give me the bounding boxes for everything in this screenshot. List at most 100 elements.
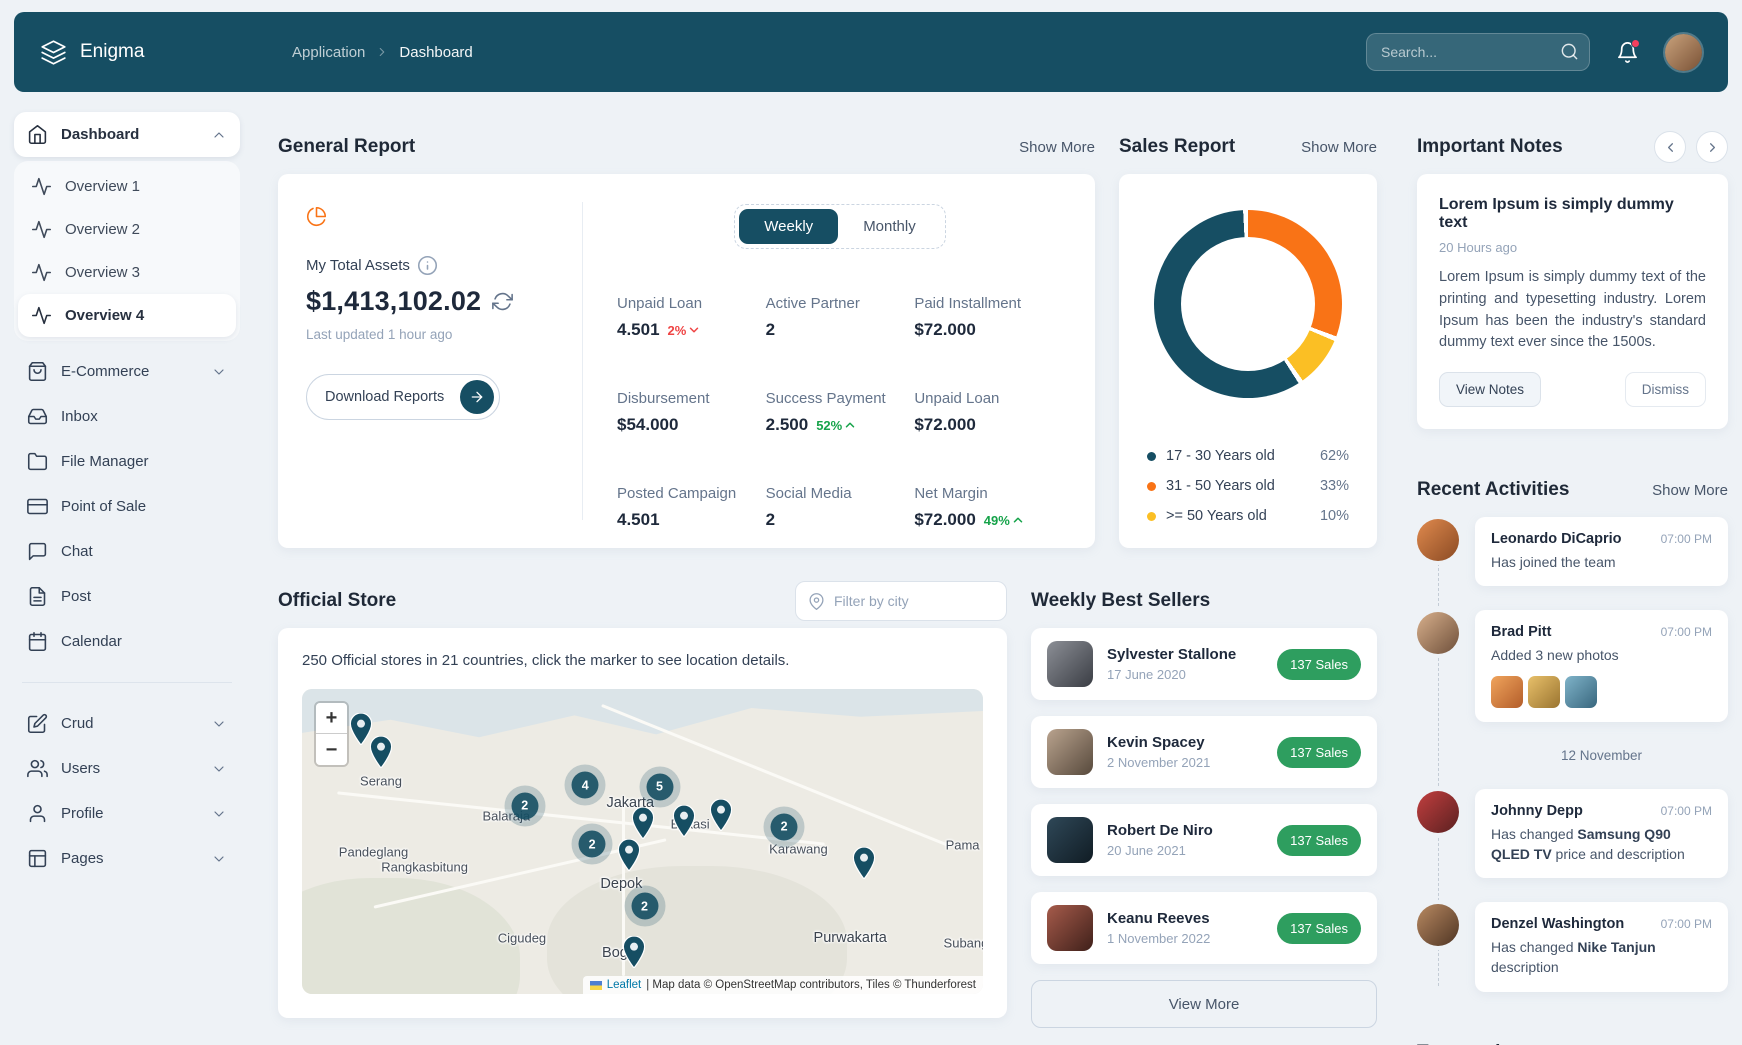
map-city-label: Depok	[600, 876, 642, 892]
delta-badge: 49%	[984, 513, 1025, 528]
legend-dot	[1147, 452, 1156, 461]
sidebar-item-dashboard[interactable]: Dashboard	[14, 112, 240, 157]
view-more-button[interactable]: View More	[1031, 980, 1377, 1028]
map-cluster-marker[interactable]: 2	[771, 813, 798, 840]
photo-thumbnail[interactable]	[1565, 676, 1597, 708]
sales-badge: 137 Sales	[1277, 737, 1361, 768]
seller-photo	[1047, 905, 1093, 951]
map-city-label: Pama	[946, 838, 980, 853]
sidebar-item-users[interactable]: Users	[14, 746, 240, 791]
activity-item: Leonardo DiCaprio 07:00 PM Has joined th…	[1475, 517, 1728, 586]
brand-logo[interactable]: Enigma	[40, 39, 292, 66]
store-map[interactable]: + − Serang Pandeglang Rangkasbitung Bala…	[302, 689, 983, 994]
total-assets-panel: My Total Assets $1,413,102.02 Last updat…	[306, 202, 574, 520]
main-content: General Report Show More My Total Assets…	[252, 92, 1377, 1028]
sidebar-item-point-of-sale[interactable]: Point of Sale	[14, 484, 240, 529]
map-pin-marker[interactable]	[853, 847, 875, 884]
recent-activities-show-more-link[interactable]: Show More	[1652, 482, 1728, 499]
map-zoom-in-button[interactable]: +	[316, 703, 347, 734]
sales-donut-chart	[1154, 210, 1342, 398]
sidebar-item-chat[interactable]: Chat	[14, 529, 240, 574]
info-icon[interactable]	[417, 255, 438, 276]
search-icon	[1560, 42, 1579, 61]
map-pin-marker[interactable]	[618, 839, 640, 876]
dashboard-submenu: Overview 1 Overview 2 Overview 3 Overvie…	[14, 161, 240, 341]
layout-icon	[27, 848, 48, 869]
notes-next-button[interactable]	[1696, 131, 1728, 163]
map-pin-marker[interactable]	[673, 805, 695, 842]
general-report-show-more-link[interactable]: Show More	[1019, 139, 1095, 156]
breadcrumb-dashboard[interactable]: Dashboard	[399, 44, 472, 61]
photo-thumbnail[interactable]	[1528, 676, 1560, 708]
chevron-down-icon	[211, 761, 227, 777]
sidebar-item-post[interactable]: Post	[14, 574, 240, 619]
sidebar-item-calendar[interactable]: Calendar	[14, 619, 240, 664]
map-pin-marker[interactable]	[350, 713, 372, 750]
sidebar-item-pages[interactable]: Pages	[14, 836, 240, 881]
sidebar-item-ecommerce[interactable]: E-Commerce	[14, 349, 240, 394]
map-cluster-marker[interactable]: 4	[572, 772, 599, 799]
avatar	[1417, 791, 1459, 833]
note-body: Lorem Ipsum is simply dummy text of the …	[1439, 267, 1706, 354]
stat-social-media: Social Media 2	[766, 485, 915, 530]
map-cluster-marker[interactable]: 2	[511, 792, 538, 819]
chevron-right-icon	[1705, 140, 1720, 155]
calendar-icon	[27, 631, 48, 652]
legend-item: >= 50 Years old 10%	[1147, 508, 1349, 524]
map-cluster-marker[interactable]: 2	[631, 893, 658, 920]
breadcrumb-application[interactable]: Application	[292, 44, 365, 61]
map-cluster-marker[interactable]: 2	[579, 831, 606, 858]
best-sellers-section: Weekly Best Sellers Sylvester Stallone 1…	[1031, 584, 1377, 1028]
chevron-down-icon	[211, 716, 227, 732]
seller-row: Kevin Spacey 2 November 2021 137 Sales	[1031, 716, 1377, 788]
view-notes-button[interactable]: View Notes	[1439, 372, 1541, 407]
important-notes-title: Important Notes	[1417, 136, 1563, 158]
search-box	[1366, 33, 1590, 71]
download-reports-button[interactable]: Download Reports	[306, 374, 500, 420]
map-pin-marker[interactable]	[370, 736, 392, 773]
seller-row: Keanu Reeves 1 November 2022 137 Sales	[1031, 892, 1377, 964]
sidebar-item-profile[interactable]: Profile	[14, 791, 240, 836]
sales-report-card: 17 - 30 Years old 62% 31 - 50 Years old …	[1119, 174, 1377, 548]
sidebar-item-overview-3[interactable]: Overview 3	[18, 251, 236, 294]
sidebar-item-crud[interactable]: Crud	[14, 701, 240, 746]
notifications-button[interactable]	[1616, 41, 1639, 64]
official-store-title: Official Store	[278, 590, 396, 612]
avatar	[1417, 612, 1459, 654]
stat-net-margin: Net Margin $72.000 49%	[914, 485, 1063, 530]
donut-hole	[1181, 237, 1315, 371]
monthly-toggle-button[interactable]: Monthly	[838, 209, 941, 244]
map-city-label: Pandeglang	[339, 845, 408, 860]
photo-thumbnail[interactable]	[1491, 676, 1523, 708]
sidebar-item-overview-4[interactable]: Overview 4	[18, 294, 236, 337]
stat-disbursement: Disbursement $54.000	[617, 390, 766, 435]
filter-by-city-input[interactable]	[834, 593, 994, 609]
stat-unpaid-loan: Unpaid Loan 4.501 2%	[617, 295, 766, 340]
official-store-section: Official Store 250 Official stores in 21…	[278, 584, 1007, 1028]
weekly-toggle-button[interactable]: Weekly	[739, 209, 838, 244]
leaflet-link[interactable]: Leaflet	[607, 979, 642, 991]
stat-unpaid-loan-2: Unpaid Loan $72.000	[914, 390, 1063, 435]
dismiss-button[interactable]: Dismiss	[1625, 372, 1706, 407]
search-input[interactable]	[1366, 33, 1590, 71]
user-avatar[interactable]	[1665, 34, 1702, 71]
map-pin-marker[interactable]	[710, 799, 732, 836]
sales-legend: 17 - 30 Years old 62% 31 - 50 Years old …	[1141, 448, 1355, 524]
refresh-icon[interactable]	[492, 291, 513, 312]
notes-prev-button[interactable]	[1654, 131, 1686, 163]
sidebar-item-overview-2[interactable]: Overview 2	[18, 208, 236, 251]
sales-report-show-more-link[interactable]: Show More	[1301, 139, 1377, 156]
chevron-down-icon	[687, 323, 701, 337]
seller-row: Sylvester Stallone 17 June 2020 137 Sale…	[1031, 628, 1377, 700]
sidebar-item-overview-1[interactable]: Overview 1	[18, 165, 236, 208]
sidebar-item-file-manager[interactable]: File Manager	[14, 439, 240, 484]
topbar: Enigma Application Dashboard	[14, 12, 1728, 92]
store-description: 250 Official stores in 21 countries, cli…	[302, 652, 983, 669]
map-zoom-out-button[interactable]: −	[316, 734, 347, 765]
right-column: Important Notes Lorem Ipsum is simply du…	[1377, 92, 1742, 1045]
stat-active-partner: Active Partner 2	[766, 295, 915, 340]
map-pin-marker[interactable]	[623, 936, 645, 973]
sidebar-item-inbox[interactable]: Inbox	[14, 394, 240, 439]
map-cluster-marker[interactable]: 5	[646, 773, 673, 800]
home-icon	[27, 124, 48, 145]
